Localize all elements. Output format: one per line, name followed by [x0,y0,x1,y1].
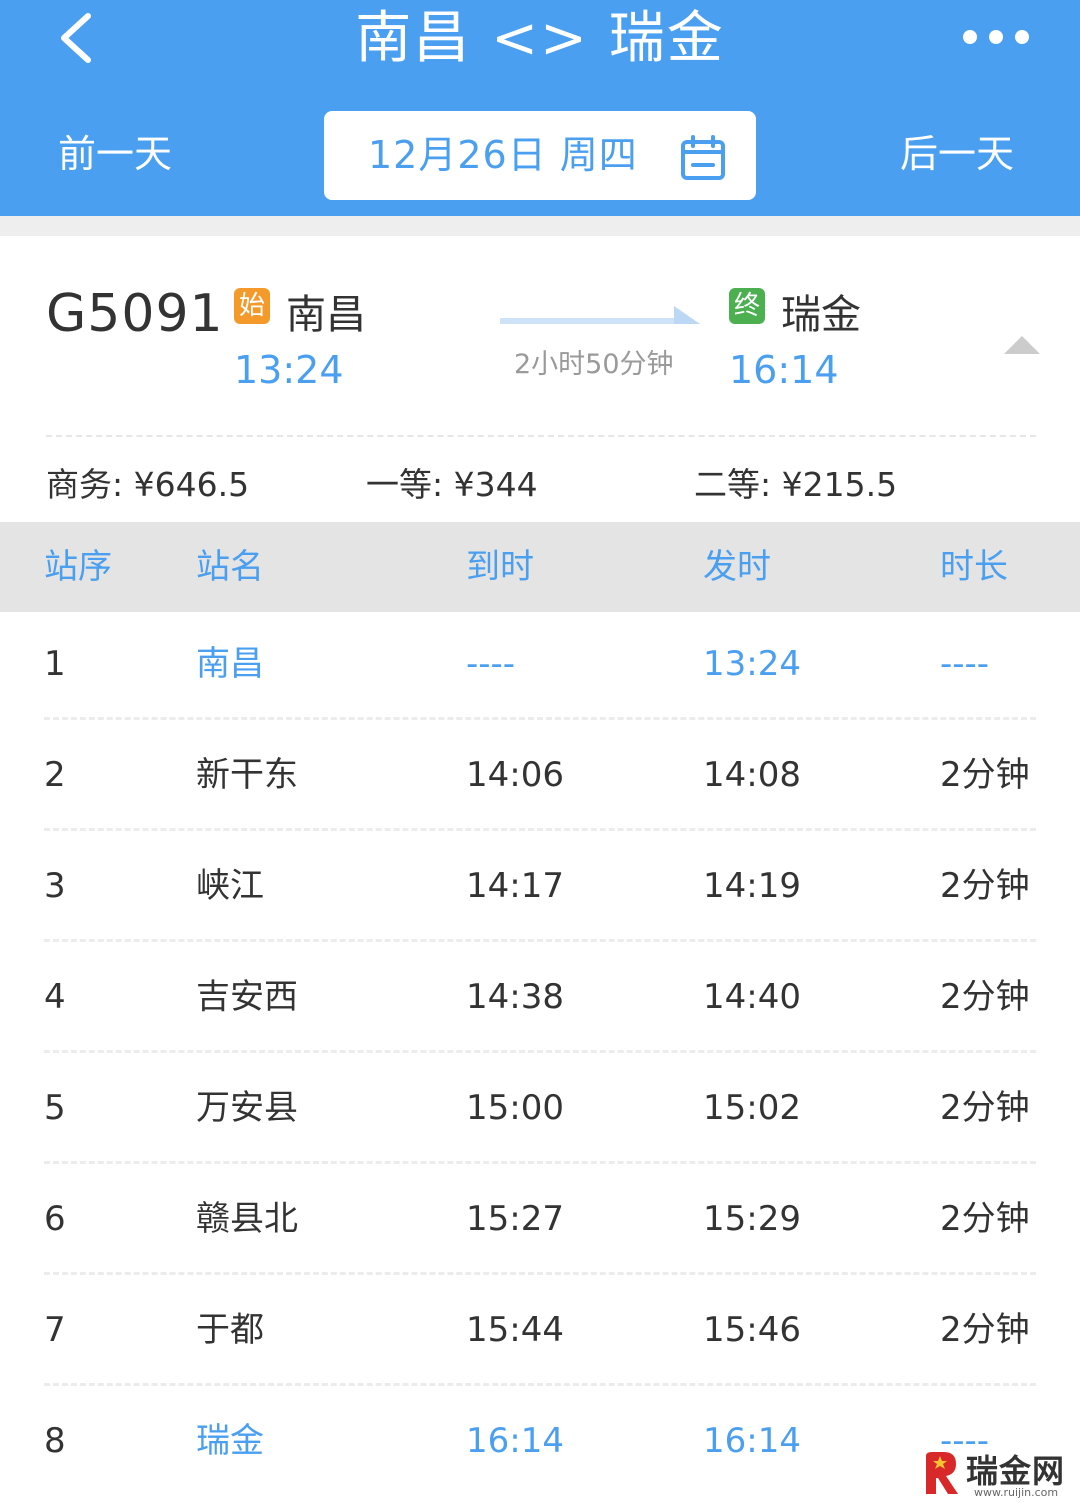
section-divider [0,216,1080,236]
cell-arrive: 14:06 [466,755,564,795]
ruijin-logo-icon [926,1452,958,1494]
cell-depart: 14:40 [703,977,801,1017]
cell-stop-duration: 2分钟 [940,1199,1030,1239]
train-info-card: G5091 始 南昌 13:24 2小时50分钟 终 瑞金 16:14 商务: … [0,236,1080,522]
cell-stop-duration: 2分钟 [940,977,1030,1017]
more-dots-icon [963,30,1029,44]
cell-stop-duration: ---- [940,644,990,684]
prev-day-button[interactable]: 前一天 [58,128,172,180]
direction-arrow-icon [500,306,700,324]
row-divider [44,1383,1036,1386]
header-stop-duration: 时长 [940,547,1008,587]
cell-seq: 4 [44,977,66,1017]
stops-table-header: 站序 站名 到时 发时 时长 [0,522,1080,612]
cell-arrive: 16:14 [466,1421,564,1461]
chevron-left-icon [61,13,91,63]
header-depart: 发时 [703,547,771,587]
cell-seq: 7 [44,1310,66,1350]
card-divider [46,435,1036,437]
cell-depart: 16:14 [703,1421,801,1461]
cell-seq: 3 [44,866,66,906]
cell-seq: 6 [44,1199,66,1239]
table-row: 2 新干东 14:06 14:08 2分钟 [0,723,1080,834]
row-divider [44,717,1036,720]
cell-station: 南昌 [196,644,264,684]
cell-depart: 15:02 [703,1088,801,1128]
row-divider [44,1272,1036,1275]
table-row: 5 万安县 15:00 15:02 2分钟 [0,1056,1080,1167]
date-label: 12月26日 周四 [368,133,638,177]
route-title: 南昌 <> 瑞金 [355,6,725,71]
to-station: 瑞金 [781,292,861,338]
end-station-badge: 终 [729,288,765,324]
from-station: 南昌 [286,292,366,338]
row-divider [44,1050,1036,1053]
cell-depart: 15:46 [703,1310,801,1350]
table-row: 6 赣县北 15:27 15:29 2分钟 [0,1167,1080,1278]
price-business: 商务: ¥646.5 [46,465,250,504]
travel-duration: 2小时50分钟 [514,349,674,380]
cell-depart: 15:29 [703,1199,801,1239]
cell-arrive: 15:00 [466,1088,564,1128]
cell-depart: 13:24 [703,644,801,684]
start-station-badge: 始 [234,288,270,324]
cell-station: 瑞金 [196,1421,264,1461]
cell-depart: 14:08 [703,755,801,795]
stops-table: 1 南昌 ---- 13:24 ---- 2 新干东 14:06 14:08 2… [0,612,1080,1500]
cell-station: 万安县 [196,1088,298,1128]
date-picker[interactable]: 12月26日 周四 [324,111,756,200]
cell-station: 赣县北 [196,1199,298,1239]
cell-arrive: 15:44 [466,1310,564,1350]
cell-stop-duration: 2分钟 [940,1310,1030,1350]
cell-depart: 14:19 [703,866,801,906]
price-second-class: 二等: ¥215.5 [694,465,898,504]
header-seq: 站序 [44,547,112,587]
table-row: 3 峡江 14:17 14:19 2分钟 [0,834,1080,945]
site-watermark: 瑞金网 www.ruijin.com [918,1446,1070,1500]
cell-stop-duration: 2分钟 [940,755,1030,795]
row-divider [44,939,1036,942]
header-arrive: 到时 [466,547,534,587]
cell-arrive: 14:17 [466,866,564,906]
table-row: 4 吉安西 14:38 14:40 2分钟 [0,945,1080,1056]
table-row: 7 于都 15:44 15:46 2分钟 [0,1278,1080,1389]
price-first-class: 一等: ¥344 [366,465,538,504]
cell-seq: 8 [44,1421,66,1461]
cell-stop-duration: 2分钟 [940,866,1030,906]
back-button[interactable] [52,10,102,66]
cell-station: 峡江 [196,866,264,906]
calendar-icon [681,135,725,180]
cell-station: 新干东 [196,755,298,795]
arrive-time: 16:14 [729,348,839,392]
cell-seq: 1 [44,644,66,684]
top-nav-bar: 南昌 <> 瑞金 前一天 12月26日 周四 后一天 [0,0,1080,216]
collapse-triangle-icon[interactable] [1004,336,1040,354]
cell-arrive: 15:27 [466,1199,564,1239]
row-divider [44,828,1036,831]
row-divider [44,1161,1036,1164]
cell-stop-duration: 2分钟 [940,1088,1030,1128]
more-button[interactable] [958,24,1038,50]
cell-seq: 5 [44,1088,66,1128]
cell-seq: 2 [44,755,66,795]
depart-time: 13:24 [234,348,344,392]
table-row: 1 南昌 ---- 13:24 ---- [0,612,1080,723]
cell-arrive: ---- [466,644,516,684]
watermark-url: www.ruijin.com [974,1486,1059,1499]
header-station: 站名 [196,547,264,587]
train-number: G5091 [46,284,224,344]
next-day-button[interactable]: 后一天 [900,128,1014,180]
cell-station: 吉安西 [196,977,298,1017]
cell-arrive: 14:38 [466,977,564,1017]
cell-station: 于都 [196,1310,264,1350]
